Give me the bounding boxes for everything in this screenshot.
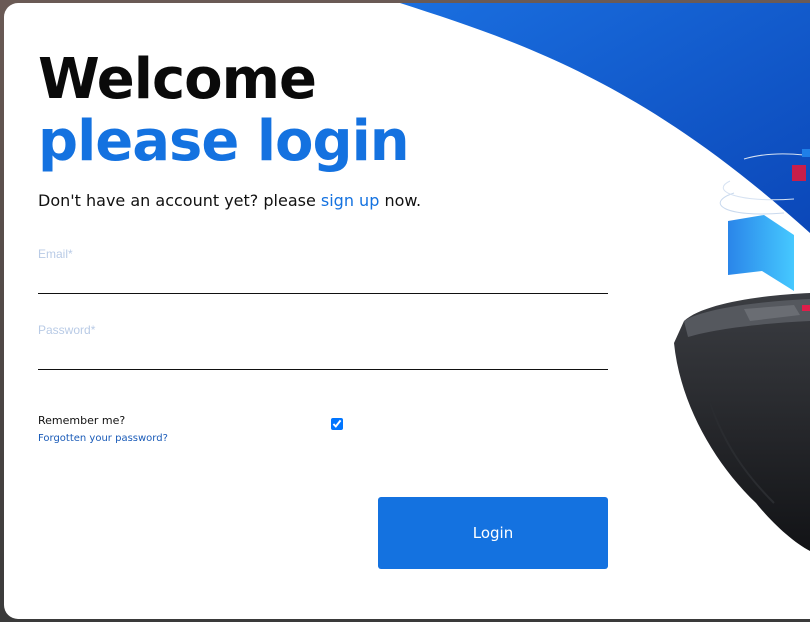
signup-link[interactable]: sign up: [321, 191, 379, 210]
login-card: Welcome please login Don't have an accou…: [4, 3, 810, 619]
email-input[interactable]: [38, 265, 608, 294]
signup-prompt: Don't have an account yet? please sign u…: [38, 191, 421, 210]
password-field-group: Password*: [38, 323, 608, 370]
page-title: Welcome: [38, 47, 317, 112]
login-button[interactable]: Login: [378, 497, 608, 569]
email-label: Email*: [38, 247, 73, 261]
page-subtitle: please login: [38, 109, 410, 174]
password-label: Password*: [38, 323, 96, 337]
signup-prompt-suffix: now.: [379, 191, 422, 210]
remember-me-checkbox[interactable]: [331, 418, 343, 430]
remember-me-label: Remember me?: [38, 414, 126, 427]
forgot-password-link[interactable]: Forgotten your password?: [38, 433, 168, 444]
signup-prompt-text: Don't have an account yet? please: [38, 191, 321, 210]
password-input[interactable]: [38, 341, 608, 370]
email-field-group: Email*: [38, 247, 608, 294]
